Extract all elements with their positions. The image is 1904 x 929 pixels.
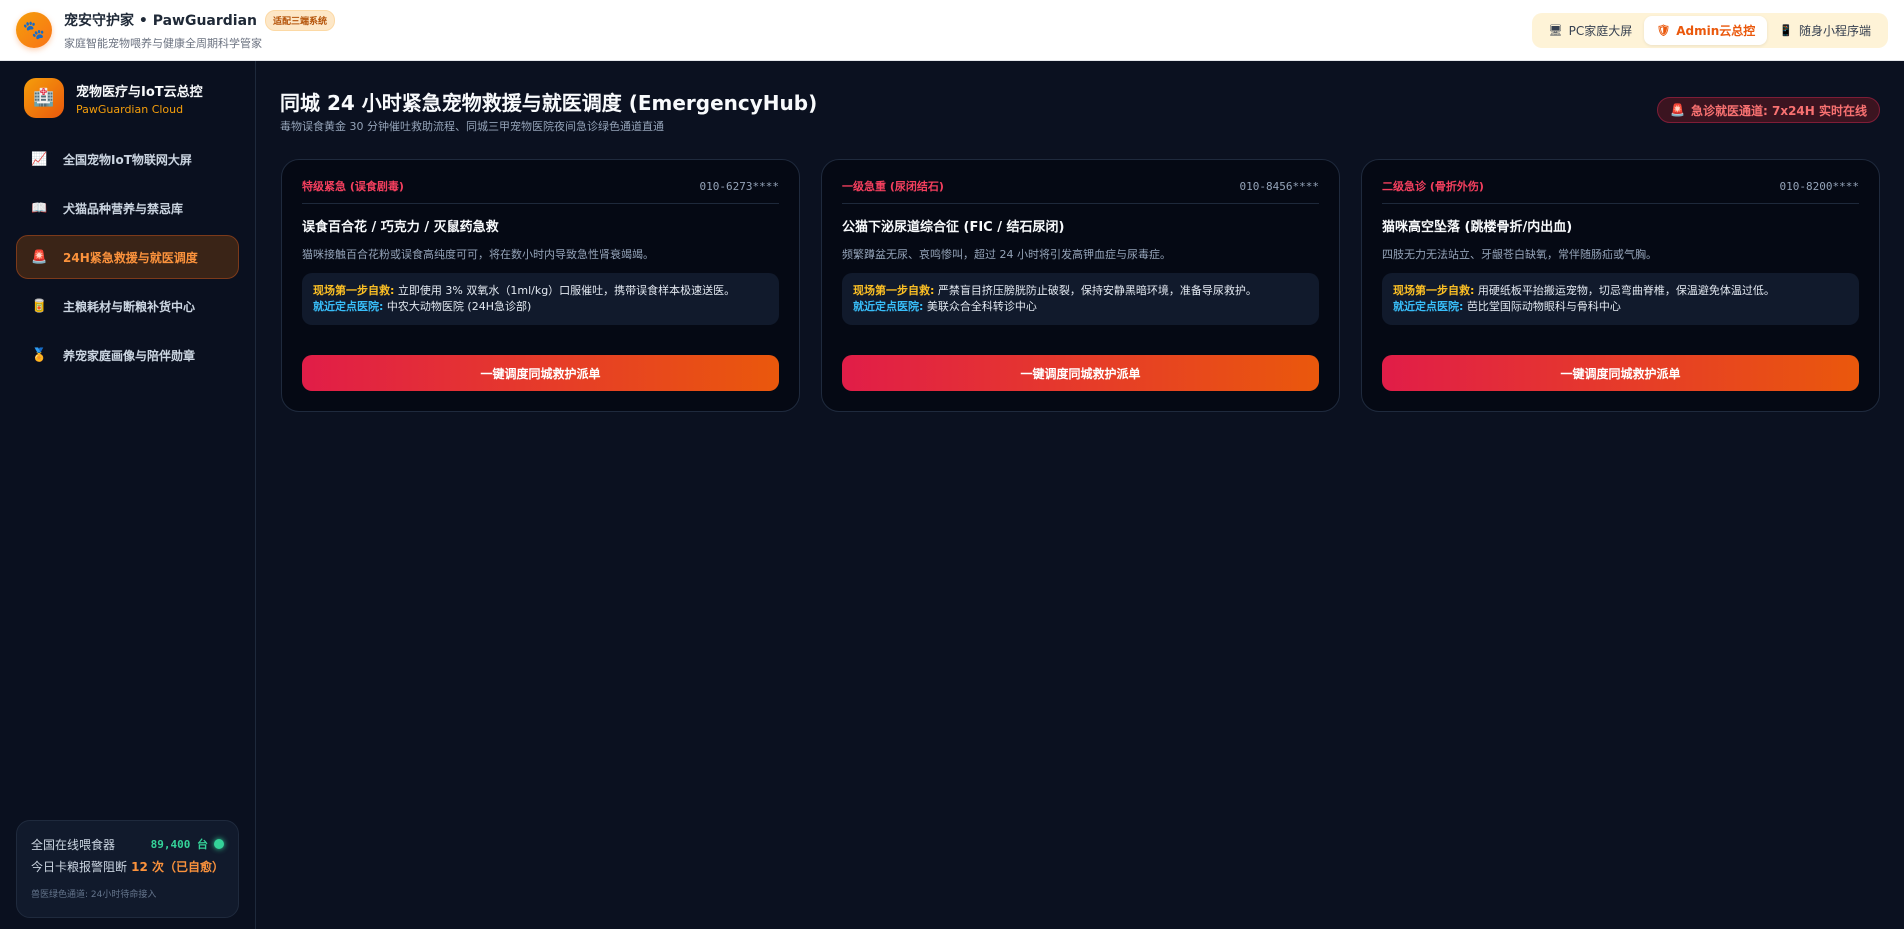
hospital-text: 美联众合全科转诊中心 (926, 300, 1037, 313)
card-title: 误食百合花 / 巧克力 / 灭鼠药急救 (302, 220, 499, 235)
can-icon: 🥫 (31, 298, 48, 314)
hospital-text: 芭比堂国际动物眼科与骨科中心 (1466, 300, 1621, 313)
book-icon: 📖 (31, 200, 48, 216)
hotline-text: 急诊就医通道: 7x24H 实时在线 (1691, 103, 1867, 118)
vet-channel-note: 兽医绿色通道: 24小时待命接入 (31, 890, 157, 900)
page-title: 同城 24 小时紧急宠物救援与就医调度 (EmergencyHub) (280, 91, 818, 115)
sidebar: 🏥 宠物医疗与IoT云总控 PawGuardian Cloud 📈 全国宠物Io… (0, 61, 256, 929)
dispatch-button[interactable]: 一键调度同城救护派单 (1382, 355, 1859, 391)
sidebar-item-label: 24H紧急救援与就医调度 (63, 250, 198, 265)
phone-icon: 📱 (1779, 24, 1793, 37)
main-content: 同城 24 小时紧急宠物救援与就医调度 (EmergencyHub) 毒物误食黄… (257, 61, 1904, 929)
card-level: 二级急诊 (骨折外伤) (1382, 180, 1484, 193)
sidebar-item-label: 主粮耗材与断粮补货中心 (63, 299, 196, 314)
brand-badge: 适配三端系统 (265, 9, 336, 31)
feeders-count: 89,400 台 (150, 838, 208, 851)
brand: 宠安守护家 • PawGuardian 适配三端系统 家庭智能宠物喂养与健康全周… (64, 9, 336, 51)
sidebar-subtitle: PawGuardian Cloud (76, 102, 184, 116)
card-phone: 010-8456**** (1239, 179, 1319, 193)
sidebar-item-family-profile[interactable]: 🏅 养宠家庭画像与陪伴勋章 (16, 333, 239, 377)
sidebar-item-supplies[interactable]: 🥫 主粮耗材与断粮补货中心 (16, 284, 239, 328)
first-aid-label: 现场第一步自救: (853, 284, 935, 297)
first-aid-text: 立即使用 3% 双氧水（1ml/kg）口服催吐，携带误食样本极速送医。 (397, 284, 736, 297)
card-level: 一级急重 (尿闭结石) (842, 180, 944, 193)
card-description: 频繁蹲盆无尿、哀鸣惨叫，超过 24 小时将引发高钾血症与尿毒症。 (842, 248, 1171, 261)
chart-icon: 📈 (31, 151, 48, 167)
first-aid-text: 用硬纸板平抬搬运宠物，切忌弯曲脊椎，保温避免体温过低。 (1477, 284, 1775, 297)
card-phone: 010-6273**** (699, 179, 779, 193)
paw-icon: 🐾 (16, 12, 52, 48)
alerts-value: 12 次（已自愈） (131, 859, 224, 874)
first-aid-text: 严禁盲目挤压膀胱防止破裂，保持安静黑暗环境，准备导尿救护。 (937, 284, 1257, 297)
sidebar-title: 宠物医疗与IoT云总控 (76, 84, 203, 100)
emergency-card-poison: 特级紧急 (误食剧毒) 010-6273**** 误食百合花 / 巧克力 / 灭… (281, 159, 800, 412)
hospital-label: 就近定点医院: (313, 300, 384, 313)
card-title: 公猫下泌尿道综合征 (FIC / 结石尿闭) (842, 220, 1065, 235)
siren-icon: 🚨 (31, 249, 48, 265)
card-level: 特级紧急 (误食剧毒) (302, 180, 404, 193)
sidebar-item-breed-library[interactable]: 📖 犬猫品种营养与禁忌库 (16, 186, 239, 230)
first-aid-label: 现场第一步自救: (313, 284, 395, 297)
sidebar-item-label: 全国宠物IoT物联网大屏 (63, 152, 192, 167)
first-aid-label: 现场第一步自救: (1393, 284, 1475, 297)
sidebar-header: 🏥 宠物医疗与IoT云总控 PawGuardian Cloud (0, 61, 255, 131)
card-title: 猫咪高空坠落 (跳楼骨折/内出血) (1382, 220, 1573, 235)
hospital-text: 中农大动物医院 (24H急诊部) (386, 300, 532, 313)
top-bar: 🐾 宠安守护家 • PawGuardian 适配三端系统 家庭智能宠物喂养与健康… (0, 0, 1904, 61)
card-description: 四肢无力无法站立、牙龈苍白缺氧，常伴随肠疝或气胸。 (1382, 248, 1657, 261)
dispatch-button[interactable]: 一键调度同城救护派单 (842, 355, 1319, 391)
medical-box-icon: 🏥 (24, 78, 64, 118)
feeders-value: 89,400 台 (151, 836, 224, 852)
card-guidance: 现场第一步自救: 严禁盲目挤压膀胱防止破裂，保持安静黑暗环境，准备导尿救护。 就… (842, 273, 1319, 325)
online-dot-icon (214, 839, 224, 849)
hospital-label: 就近定点医院: (1393, 300, 1464, 313)
sidebar-nav: 📈 全国宠物IoT物联网大屏 📖 犬猫品种营养与禁忌库 🚨 24H紧急救援与就医… (0, 131, 255, 388)
switch-label: Admin云总控 (1676, 24, 1756, 38)
alerts-label: 今日卡粮报警阻断 (31, 859, 128, 874)
dispatch-button[interactable]: 一键调度同城救护派单 (302, 355, 779, 391)
shield-icon: 🛡 (1656, 24, 1671, 37)
switch-label: PC家庭大屏 (1568, 24, 1633, 38)
siren-icon: 🚨 (1670, 103, 1685, 117)
page-subtitle: 毒物误食黄金 30 分钟催吐救助流程、同城三甲宠物医院夜间急诊绿色通道直通 (280, 120, 664, 133)
card-guidance: 现场第一步自救: 用硬纸板平抬搬运宠物，切忌弯曲脊椎，保温避免体温过低。 就近定… (1382, 273, 1859, 325)
brand-title: 宠安守护家 • PawGuardian (64, 13, 258, 29)
monitor-icon: 🖥 (1548, 24, 1563, 37)
emergency-cards: 特级紧急 (误食剧毒) 010-6273**** 误食百合花 / 巧克力 / 灭… (281, 159, 1880, 412)
card-description: 猫咪接触百合花粉或误食高纯度可可，将在数小时内导致急性肾衰竭竭。 (302, 248, 654, 261)
sidebar-item-emergency[interactable]: 🚨 24H紧急救援与就医调度 (16, 235, 239, 279)
card-phone: 010-8200**** (1779, 179, 1859, 193)
emergency-card-urinary: 一级急重 (尿闭结石) 010-8456**** 公猫下泌尿道综合征 (FIC … (821, 159, 1340, 412)
switch-pc-screen[interactable]: 🖥 PC家庭大屏 (1537, 16, 1645, 45)
sidebar-item-iot-dashboard[interactable]: 📈 全国宠物IoT物联网大屏 (16, 137, 239, 181)
switch-miniprogram[interactable]: 📱 随身小程序端 (1767, 16, 1883, 45)
sidebar-item-label: 犬猫品种营养与禁忌库 (63, 201, 184, 216)
feeders-label: 全国在线喂食器 (31, 837, 116, 852)
brand-subtitle: 家庭智能宠物喂养与健康全周期科学管家 (64, 36, 262, 50)
medal-icon: 🏅 (31, 347, 48, 363)
stats-panel: 全国在线喂食器 89,400 台 今日卡粮报警阻断 12 次（已自愈） 兽医绿色… (16, 820, 239, 918)
card-guidance: 现场第一步自救: 立即使用 3% 双氧水（1ml/kg）口服催吐，携带误食样本极… (302, 273, 779, 325)
hotline-badge[interactable]: 🚨 急诊就医通道: 7x24H 实时在线 (1657, 97, 1880, 123)
emergency-card-fall: 二级急诊 (骨折外伤) 010-8200**** 猫咪高空坠落 (跳楼骨折/内出… (1361, 159, 1880, 412)
hospital-label: 就近定点医院: (853, 300, 924, 313)
switch-admin-cloud[interactable]: 🛡 Admin云总控 (1644, 16, 1768, 45)
sidebar-item-label: 养宠家庭画像与陪伴勋章 (63, 348, 196, 363)
platform-switcher: 🖥 PC家庭大屏 🛡 Admin云总控 📱 随身小程序端 (1531, 13, 1888, 48)
switch-label: 随身小程序端 (1798, 24, 1871, 38)
